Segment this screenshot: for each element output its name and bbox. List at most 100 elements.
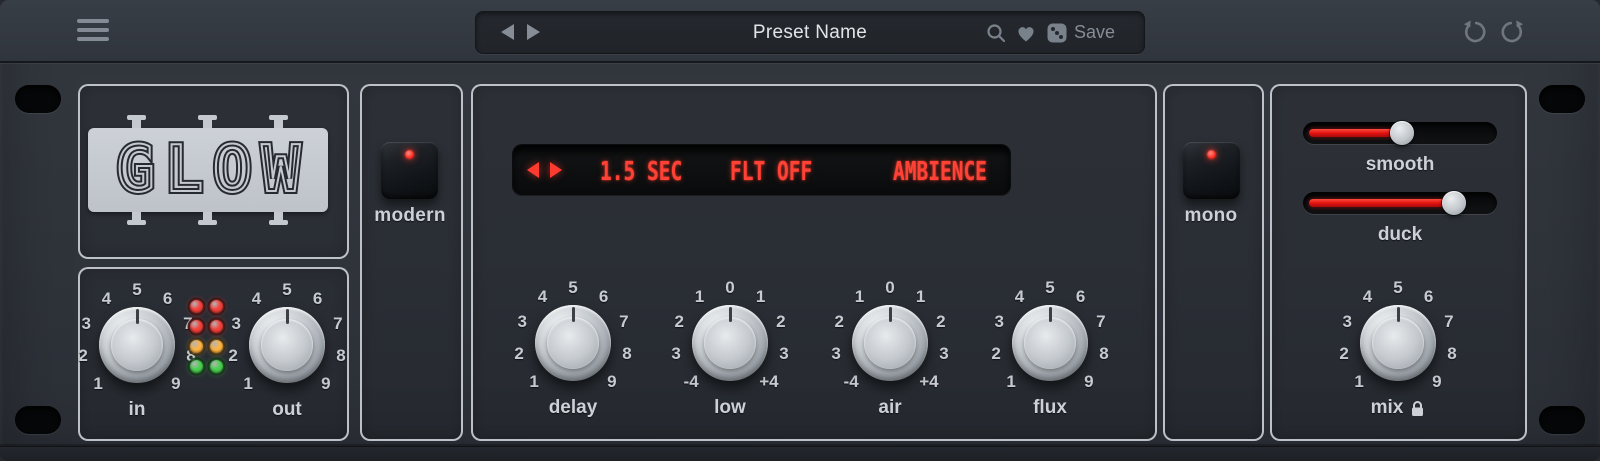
- in-knob[interactable]: [99, 307, 175, 383]
- knob-tick-label: 2: [982, 344, 1010, 364]
- display-prev-arrow-icon[interactable]: [527, 162, 539, 178]
- display-filter-state: FLT OFF: [730, 157, 812, 187]
- out-knob[interactable]: [249, 307, 325, 383]
- knob-tick-label: 1: [845, 287, 873, 307]
- randomize-dice-icon[interactable]: [1045, 21, 1069, 45]
- knob-tick-label: 2: [505, 344, 533, 364]
- header-bar: Preset Name Save: [0, 0, 1600, 63]
- knob-tick-label: 6: [1415, 287, 1443, 307]
- preset-name[interactable]: Preset Name: [476, 12, 1144, 53]
- delay-knob[interactable]: [535, 305, 611, 381]
- mono-led-icon: [1207, 150, 1216, 159]
- knob-tick-label: 2: [767, 312, 795, 332]
- knob-tick-label: 3: [770, 344, 798, 364]
- undo-icon[interactable]: [1461, 19, 1488, 46]
- out-knob-group: 123456789 out: [207, 265, 367, 425]
- smooth-slider[interactable]: [1303, 122, 1497, 144]
- logo-tab: [274, 212, 283, 220]
- menu-icon[interactable]: [77, 19, 111, 45]
- knob-tick-label: 1: [1345, 372, 1373, 392]
- lock-icon: [1410, 400, 1425, 417]
- knob-tick-label: 5: [1384, 278, 1412, 298]
- knob-tick-label: 7: [610, 312, 638, 332]
- knob-tick-label: 1: [84, 374, 112, 394]
- in-knob-label: in: [57, 399, 217, 421]
- knob-tick-label: 9: [598, 372, 626, 392]
- knob-tick-label: 3: [662, 344, 690, 364]
- modern-button[interactable]: [381, 142, 438, 199]
- chassis-bottom-edge: [0, 446, 1600, 461]
- smooth-slider-label: smooth: [1300, 154, 1500, 176]
- flux-knob-group: 123456789 flux: [970, 263, 1130, 423]
- knob-tick-label: 2: [69, 346, 97, 366]
- logo-tab: [203, 212, 212, 220]
- knob-tick-label: 9: [1423, 372, 1451, 392]
- knob-tick-label: 2: [927, 312, 955, 332]
- knob-tick-label: 3: [1333, 312, 1361, 332]
- knob-tick-label: 2: [665, 312, 693, 332]
- save-button[interactable]: Save: [1074, 12, 1115, 53]
- search-icon[interactable]: [984, 21, 1008, 45]
- knob-tick-label: 6: [154, 289, 182, 309]
- lcd-display: 1.5 SEC FLT OFF AMBIENCE: [513, 145, 1010, 195]
- knob-tick-label: 8: [613, 344, 641, 364]
- meter-led-amber: [190, 340, 203, 353]
- knob-tick-label: 3: [72, 314, 100, 334]
- knob-tick-label: 5: [1036, 278, 1064, 298]
- preset-bar: Preset Name Save: [475, 11, 1145, 54]
- knob-tick-label: 4: [92, 289, 120, 309]
- screw-slot: [15, 406, 61, 434]
- knob-tick-label: 4: [1005, 287, 1033, 307]
- air-knob-group: -43210123+4 air: [810, 263, 970, 423]
- knob-tick-label: -4: [837, 372, 865, 392]
- low-knob-label: low: [650, 397, 810, 419]
- knob-tick-label: 7: [1435, 312, 1463, 332]
- knob-tick-label: 8: [1090, 344, 1118, 364]
- knob-tick-label: 7: [324, 314, 352, 334]
- mix-knob-label: mix: [1318, 397, 1478, 419]
- knob-tick-label: 8: [327, 346, 355, 366]
- modern-led-icon: [405, 150, 414, 159]
- duck-slider-thumb[interactable]: [1442, 191, 1466, 215]
- knob-tick-label: 3: [985, 312, 1013, 332]
- redo-icon[interactable]: [1499, 19, 1526, 46]
- duck-slider[interactable]: [1303, 192, 1497, 214]
- low-knob[interactable]: [692, 305, 768, 381]
- mix-knob-group: 123456789 mix: [1318, 263, 1478, 423]
- knob-tick-label: 2: [1330, 344, 1358, 364]
- knob-tick-label: 1: [907, 287, 935, 307]
- knob-tick-label: 6: [1067, 287, 1095, 307]
- screw-slot: [1539, 406, 1585, 434]
- knob-tick-label: 1: [520, 372, 548, 392]
- knob-tick-label: 6: [590, 287, 618, 307]
- knob-tick-label: 1: [234, 374, 262, 394]
- knob-tick-label: 3: [222, 314, 250, 334]
- favorite-heart-icon[interactable]: [1014, 21, 1038, 45]
- knob-tick-label: 9: [312, 374, 340, 394]
- meter-led-red: [190, 320, 203, 333]
- flux-knob[interactable]: [1012, 305, 1088, 381]
- air-knob[interactable]: [852, 305, 928, 381]
- screw-slot: [1539, 85, 1585, 113]
- knob-tick-label: -4: [677, 372, 705, 392]
- display-next-arrow-icon[interactable]: [550, 162, 562, 178]
- logo-tab: [274, 120, 283, 128]
- mono-button-label: mono: [1161, 205, 1261, 227]
- knob-tick-label: 1: [747, 287, 775, 307]
- knob-tick-label: +4: [755, 372, 783, 392]
- meter-led-red: [210, 320, 223, 333]
- out-knob-label: out: [207, 399, 367, 421]
- logo-tab: [132, 212, 141, 220]
- smooth-slider-fill: [1309, 129, 1403, 137]
- mono-button[interactable]: [1183, 142, 1240, 199]
- meter-led-green: [210, 360, 223, 373]
- knob-tick-label: 0: [876, 278, 904, 298]
- knob-tick-label: 6: [304, 289, 332, 309]
- mix-knob[interactable]: [1360, 305, 1436, 381]
- knob-tick-label: 3: [508, 312, 536, 332]
- mono-section: [1163, 84, 1264, 441]
- knob-tick-label: 4: [528, 287, 556, 307]
- knob-tick-label: 3: [930, 344, 958, 364]
- smooth-slider-thumb[interactable]: [1390, 121, 1414, 145]
- knob-tick-label: 9: [162, 374, 190, 394]
